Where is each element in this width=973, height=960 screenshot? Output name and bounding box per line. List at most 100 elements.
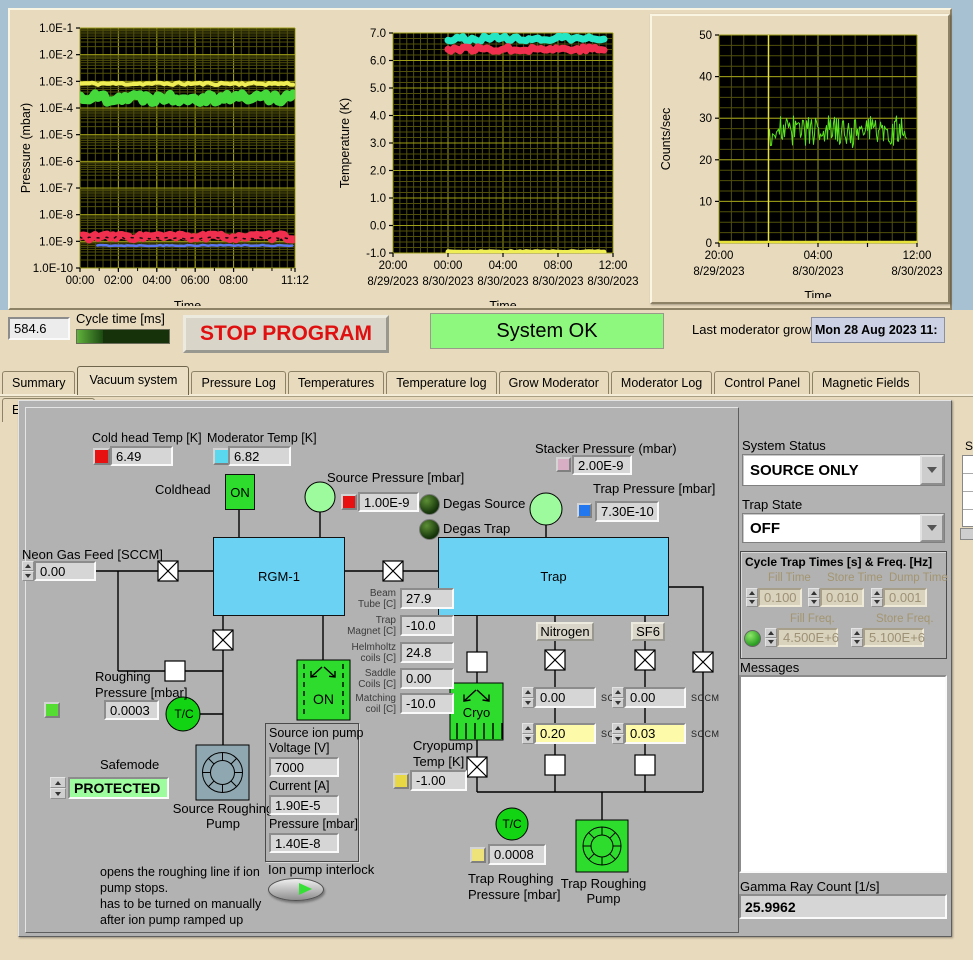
n2-flow-set-spinner[interactable]: [522, 687, 534, 708]
tab-grow-moderator[interactable]: Grow Moderator: [498, 371, 609, 395]
svg-text:8/29/2023: 8/29/2023: [693, 266, 744, 278]
tab-vacuum-system[interactable]: Vacuum system: [77, 366, 190, 395]
n2-flow-act-input[interactable]: 0.20: [534, 723, 596, 744]
trap-pressure-gauge: [529, 492, 563, 526]
ion-pump-current-label: Current [A]: [269, 779, 330, 793]
n2-flow-act-spinner[interactable]: [522, 723, 534, 744]
sf6-button[interactable]: SF6: [631, 622, 665, 641]
store-freq-spinner[interactable]: [851, 628, 863, 647]
sf6-flow-act-spinner[interactable]: [612, 723, 624, 744]
svg-text:8/30/2023: 8/30/2023: [891, 266, 942, 278]
svg-text:1.0E-4: 1.0E-4: [39, 103, 73, 115]
charts-panel: 00:00 02:00 04:00 06:00 08:00 11:12 1.0E-1 1.0E…: [8, 8, 952, 310]
degas-source-button[interactable]: [419, 494, 440, 515]
svg-text:5.0: 5.0: [370, 83, 386, 95]
safemode-value[interactable]: PROTECTED: [68, 777, 169, 799]
svg-text:30: 30: [699, 113, 712, 125]
svg-text:Counts/sec: Counts/sec: [659, 108, 673, 171]
ion-pump-interlock-switch[interactable]: [268, 878, 324, 901]
tab-moderator-log[interactable]: Moderator Log: [610, 371, 713, 395]
cryo-label: Cryo: [462, 705, 491, 720]
trap-state-dropdown-icon[interactable]: [920, 514, 944, 542]
sf6-bottom-valve: [634, 754, 656, 776]
source-roughing-valve: [212, 629, 234, 651]
tab-control-panel[interactable]: Control Panel: [714, 371, 810, 395]
system-status-dropdown-icon[interactable]: [920, 455, 944, 485]
svg-text:1.0E-2: 1.0E-2: [39, 50, 73, 62]
counts-chart: 20:00 8/29/2023 04:00 8/30/2023 12:00 8/30/20…: [659, 30, 943, 298]
trap-roughing-pressure-label2: Pressure [mbar]: [468, 887, 561, 902]
svg-text:Time: Time: [489, 299, 516, 306]
coldhead-on-button[interactable]: ON: [225, 474, 255, 510]
stop-program-button[interactable]: STOP PROGRAM: [183, 315, 389, 353]
neon-gas-feed-spinner[interactable]: [22, 561, 34, 581]
system-status-banner: System OK: [430, 313, 664, 349]
interlock-switch-arrow-icon: [299, 883, 312, 895]
messages-label: Messages: [740, 660, 800, 675]
messages-box[interactable]: [739, 675, 947, 873]
tab-temperature-log[interactable]: Temperature log: [386, 371, 497, 395]
cryo-inlet-valve: [466, 651, 488, 673]
svg-text:8/30/2023: 8/30/2023: [477, 276, 528, 288]
dump-time-spinner[interactable]: [871, 588, 883, 607]
svg-text:00:00: 00:00: [434, 260, 463, 272]
ion-pump-panel-title: Source ion pump: [269, 726, 364, 740]
source-pressure-led: [341, 494, 357, 510]
ion-pump-state: ON: [313, 691, 334, 707]
interlock-note: opens the roughing line if ion pump stop…: [100, 865, 262, 927]
trap-tc-label: T/C: [502, 817, 522, 831]
svg-text:8/29/2023: 8/29/2023: [367, 276, 418, 288]
dump-time-label: Dump Time: [889, 572, 948, 584]
last-moderator-value: Mon 28 Aug 2023 11:: [811, 317, 945, 343]
roughing-pressure-value: 0.0003: [104, 700, 159, 720]
fill-time-spinner[interactable]: [746, 588, 758, 607]
cryopump-temp-value: -1.00: [410, 770, 467, 791]
system-status-label: System Status: [742, 438, 826, 453]
svg-text:02:00: 02:00: [104, 275, 133, 287]
nitrogen-bottom-valve: [544, 754, 566, 776]
svg-text:12:00: 12:00: [599, 260, 628, 272]
sf6-flow-set-spinner[interactable]: [612, 687, 624, 708]
sf6-flow-act-input[interactable]: 0.03: [624, 723, 686, 744]
gamma-count-label: Gamma Ray Count [1/s]: [740, 879, 880, 894]
roughing-line-valve: [164, 660, 186, 682]
dump-time-input[interactable]: 0.001: [883, 588, 927, 607]
n2-flow-set-input[interactable]: 0.00: [534, 687, 596, 708]
edge-partial-button: [960, 528, 973, 540]
nitrogen-button[interactable]: Nitrogen: [536, 622, 594, 641]
trap-chamber: Trap: [438, 537, 669, 616]
tab-pressure-log[interactable]: Pressure Log: [191, 371, 286, 395]
svg-text:04:00: 04:00: [489, 260, 518, 272]
tab-summary[interactable]: Summary: [2, 371, 76, 395]
fill-freq-spinner[interactable]: [765, 628, 777, 647]
svg-text:7.0: 7.0: [370, 28, 386, 40]
trap-roughing-pump-symbol: [575, 819, 629, 873]
store-time-input[interactable]: 0.010: [820, 588, 864, 607]
degas-trap-button[interactable]: [419, 519, 440, 540]
fill-freq-input[interactable]: 4.500E+6: [777, 628, 839, 647]
svg-text:1.0E-7: 1.0E-7: [39, 183, 73, 195]
safemode-spinner[interactable]: [50, 777, 66, 799]
store-freq-input[interactable]: 5.100E+6: [863, 628, 925, 647]
neon-gas-feed-input[interactable]: 0.00: [34, 561, 96, 581]
cycle-trap-times-title: Cycle Trap Times [s] & Freq. [Hz]: [745, 555, 933, 569]
gamma-count-value: 25.9962: [739, 894, 947, 919]
tab-temperatures[interactable]: Temperatures: [287, 371, 385, 395]
last-moderator-label: Last moderator grown: [692, 322, 819, 337]
tab-magnetic-fields[interactable]: Magnetic Fields: [811, 371, 920, 395]
fill-time-input[interactable]: 0.100: [758, 588, 802, 607]
moderator-temp-value: 6.82: [228, 446, 291, 466]
svg-text:0.0: 0.0: [370, 221, 386, 233]
svg-text:10: 10: [699, 196, 712, 208]
trap-pressure-value: 7.30E-10: [595, 501, 659, 522]
tab-strip: Summary Vacuum system Pressure Log Temperat…: [2, 366, 973, 422]
svg-text:11:12: 11:12: [281, 275, 309, 287]
source-tc-label: T/C: [174, 707, 194, 721]
store-time-spinner[interactable]: [808, 588, 820, 607]
source-roughing-pump-symbol: [195, 744, 250, 801]
system-status-dropdown[interactable]: SOURCE ONLY: [742, 454, 945, 486]
stacker-pressure-led: [556, 457, 571, 472]
trap-state-dropdown[interactable]: OFF: [742, 513, 945, 543]
fill-freq-label: Fill Freq.: [790, 613, 835, 625]
sf6-flow-set-input[interactable]: 0.00: [624, 687, 686, 708]
